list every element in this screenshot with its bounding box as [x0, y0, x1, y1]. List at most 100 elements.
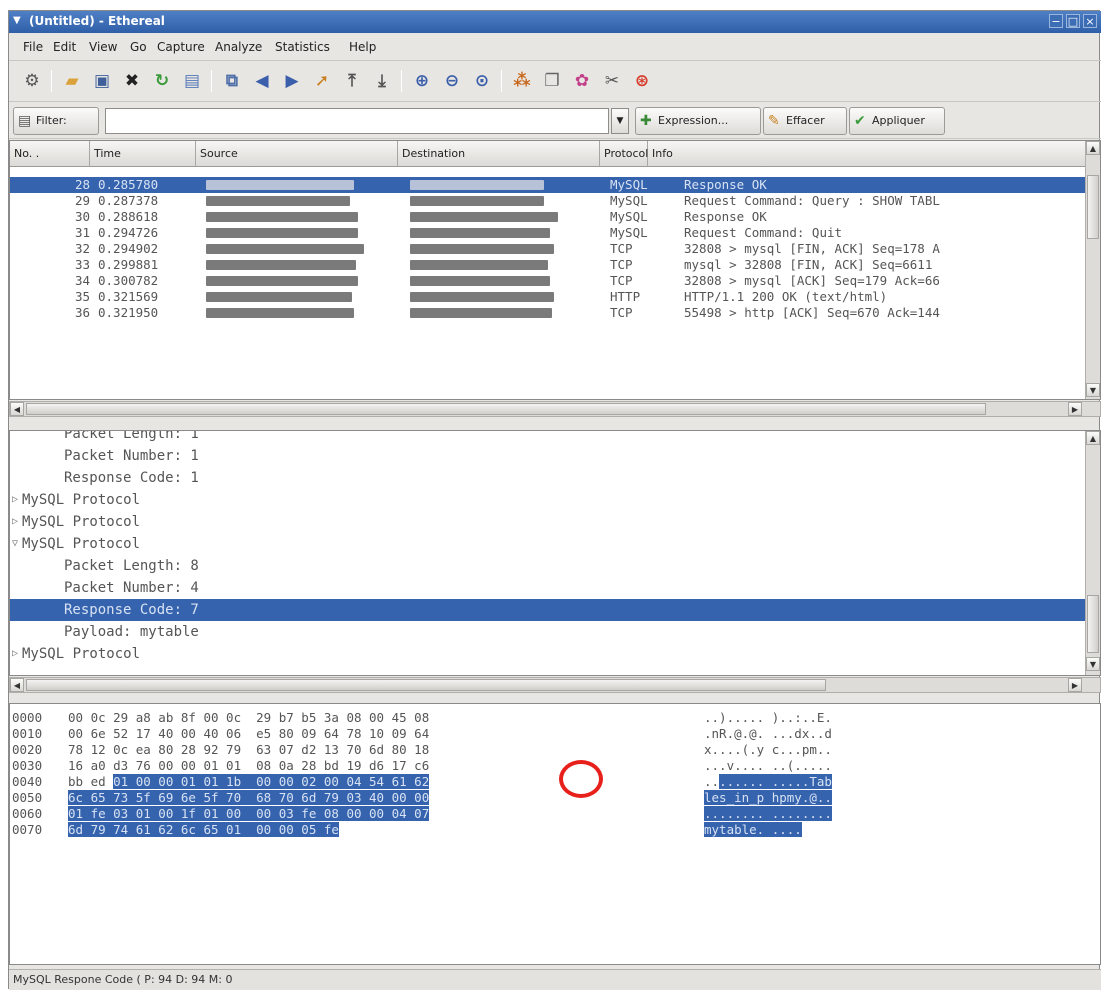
column-header-protocol[interactable]: Protocol — [600, 141, 648, 167]
tree-item[interactable]: ▷ MySQL Protocol — [10, 489, 1086, 511]
hex-row[interactable]: 0050 6c 65 73 5f 69 6e 5f 70 68 70 6d 79 … — [10, 790, 1100, 806]
preferences-icon[interactable]: ✂ — [599, 68, 625, 94]
tree-item[interactable]: Packet Number: 1 — [10, 445, 1086, 467]
tree-item-label: Payload: mytable — [64, 624, 199, 640]
back-icon[interactable]: ◀ — [249, 68, 275, 94]
hex-row[interactable]: 0060 01 fe 03 01 00 1f 01 00 00 03 fe 08 … — [10, 806, 1100, 822]
packet-row[interactable]: 30 0.288618 MySQL Response OK — [10, 209, 1086, 225]
find-icon[interactable]: ⧉ — [219, 68, 245, 94]
scroll-right-icon[interactable]: ▶ — [1068, 402, 1082, 416]
details-hscrollbar[interactable]: ◀ ▶ — [9, 677, 1101, 693]
redacted-source — [206, 276, 358, 286]
packet-list-pane: No. . Time Source Destination Protocol I… — [9, 140, 1101, 400]
save-icon[interactable]: ▣ — [89, 68, 115, 94]
packet-list-hscrollbar[interactable]: ◀ ▶ — [9, 401, 1101, 417]
tree-item[interactable]: ▷ MySQL Protocol — [10, 643, 1086, 665]
goto-icon[interactable]: ➚ — [309, 68, 335, 94]
apply-filter-button[interactable]: ✔ Appliquer — [849, 107, 945, 135]
plus-icon: ✚ — [640, 113, 652, 129]
tree-item[interactable]: ▽ MySQL Protocol — [10, 533, 1086, 555]
hex-row[interactable]: 0020 78 12 0c ea 80 28 92 79 63 07 d2 13 … — [10, 742, 1100, 758]
menu-view[interactable]: View — [89, 40, 117, 54]
menu-go[interactable]: Go — [130, 40, 147, 54]
open-icon[interactable]: ▰ — [59, 68, 85, 94]
menu-statistics[interactable]: Statistics — [275, 40, 330, 54]
window-title: (Untitled) - Ethereal — [29, 14, 165, 28]
tree-item[interactable]: ▷ MySQL Protocol — [10, 511, 1086, 533]
last-icon[interactable]: ⤓ — [369, 68, 395, 94]
menu-capture[interactable]: Capture — [157, 40, 205, 54]
close-icon[interactable]: ✖ — [119, 68, 145, 94]
expression-button[interactable]: ✚ Expression... — [635, 107, 761, 135]
column-header-source[interactable]: Source — [196, 141, 398, 167]
scroll-left-icon[interactable]: ◀ — [10, 678, 24, 692]
expander-icon[interactable]: ▷ — [12, 489, 18, 511]
expander-icon[interactable]: ▽ — [12, 533, 18, 555]
filter-dropdown-button[interactable]: ▼ — [611, 108, 629, 134]
hex-row[interactable]: 0000 00 0c 29 a8 ab 8f 00 0c 29 b7 b5 3a … — [10, 710, 1100, 726]
coloring-icon[interactable]: ✿ — [569, 68, 595, 94]
display-filter-icon[interactable]: ❐ — [539, 68, 565, 94]
filter-input[interactable] — [105, 108, 609, 134]
packet-row[interactable]: 32 0.294902 TCP 32808 > mysql [FIN, ACK] Se… — [10, 241, 1086, 257]
packet-row[interactable]: 36 0.321950 TCP 55498 > http [ACK] Seq=670 … — [10, 305, 1086, 321]
packet-row[interactable]: 34 0.300782 TCP 32808 > mysql [ACK] Seq=179… — [10, 273, 1086, 289]
column-header-destination[interactable]: Destination — [398, 141, 600, 167]
menu-analyze[interactable]: Analyze — [215, 40, 262, 54]
hex-row[interactable]: 0070 6d 79 74 61 62 6c 65 01 00 00 05 fe m… — [10, 822, 1100, 838]
packet-row[interactable]: 28 0.285780 MySQL Response OK — [10, 177, 1086, 193]
tree-item[interactable]: Packet Length: 1 — [10, 431, 1086, 445]
help-icon[interactable]: ⊛ — [629, 68, 655, 94]
scroll-down-icon[interactable]: ▼ — [1086, 383, 1100, 397]
scroll-right-icon[interactable]: ▶ — [1068, 678, 1082, 692]
scroll-thumb[interactable] — [26, 679, 826, 691]
reload-icon[interactable]: ↻ — [149, 68, 175, 94]
redacted-destination — [410, 196, 544, 206]
hex-row[interactable]: 0040 bb ed 01 00 00 01 01 1b 00 00 02 00 … — [10, 774, 1100, 790]
scroll-up-icon[interactable]: ▲ — [1086, 141, 1100, 155]
column-header-no[interactable]: No. . — [10, 141, 90, 167]
tree-item[interactable]: Response Code: 7 — [10, 599, 1086, 621]
print-icon[interactable]: ▤ — [179, 68, 205, 94]
packet-row[interactable]: 31 0.294726 MySQL Request Command: Quit — [10, 225, 1086, 241]
column-header-time[interactable]: Time — [90, 141, 196, 167]
hex-row[interactable]: 0010 00 6e 52 17 40 00 40 06 e5 80 09 64 … — [10, 726, 1100, 742]
scroll-thumb[interactable] — [1087, 175, 1099, 239]
tree-item-label: Response Code: 7 — [64, 602, 199, 618]
filter-button[interactable]: ▤ Filter: — [13, 107, 99, 135]
close-window-button[interactable]: × — [1083, 14, 1097, 28]
window-menu-icon[interactable]: ▼ — [13, 15, 25, 27]
column-header-info[interactable]: Info — [648, 141, 1086, 167]
zoom-out-icon[interactable]: ⊖ — [439, 68, 465, 94]
expander-icon[interactable]: ▷ — [12, 511, 18, 533]
zoom-in-icon[interactable]: ⊕ — [409, 68, 435, 94]
interfaces-icon[interactable]: ⚙ — [19, 68, 45, 94]
minimize-button[interactable]: − — [1049, 14, 1063, 28]
scroll-thumb[interactable] — [26, 403, 986, 415]
menu-bar: File Edit View Go Capture Analyze Statis… — [9, 33, 1101, 61]
packet-row[interactable]: 29 0.287378 MySQL Request Command: Query : … — [10, 193, 1086, 209]
tree-item[interactable]: Response Code: 1 — [10, 467, 1086, 489]
tree-item[interactable]: Payload: mytable — [10, 621, 1086, 643]
scroll-down-icon[interactable]: ▼ — [1086, 657, 1100, 671]
scroll-up-icon[interactable]: ▲ — [1086, 431, 1100, 445]
packet-list-vscrollbar[interactable]: ▲ ▼ — [1085, 141, 1100, 399]
packet-row[interactable]: 35 0.321569 HTTP HTTP/1.1 200 OK (text/html… — [10, 289, 1086, 305]
scroll-left-icon[interactable]: ◀ — [10, 402, 24, 416]
forward-icon[interactable]: ▶ — [279, 68, 305, 94]
tree-item[interactable]: Packet Length: 8 — [10, 555, 1086, 577]
menu-file[interactable]: File — [23, 40, 43, 54]
expander-icon[interactable]: ▷ — [12, 643, 18, 665]
scroll-thumb[interactable] — [1087, 595, 1099, 653]
maximize-button[interactable]: □ — [1066, 14, 1080, 28]
zoom-normal-icon[interactable]: ⊙ — [469, 68, 495, 94]
hex-row[interactable]: 0030 16 a0 d3 76 00 00 01 01 08 0a 28 bd … — [10, 758, 1100, 774]
tree-item[interactable]: Packet Number: 4 — [10, 577, 1086, 599]
details-vscrollbar[interactable]: ▲ ▼ — [1085, 431, 1100, 675]
menu-edit[interactable]: Edit — [53, 40, 76, 54]
capture-filter-icon[interactable]: ⁂ — [509, 68, 535, 94]
packet-row[interactable]: 33 0.299881 TCP mysql > 32808 [FIN, ACK] Se… — [10, 257, 1086, 273]
first-icon[interactable]: ⤒ — [339, 68, 365, 94]
clear-filter-button[interactable]: ✎ Effacer — [763, 107, 847, 135]
menu-help[interactable]: Help — [349, 40, 376, 54]
